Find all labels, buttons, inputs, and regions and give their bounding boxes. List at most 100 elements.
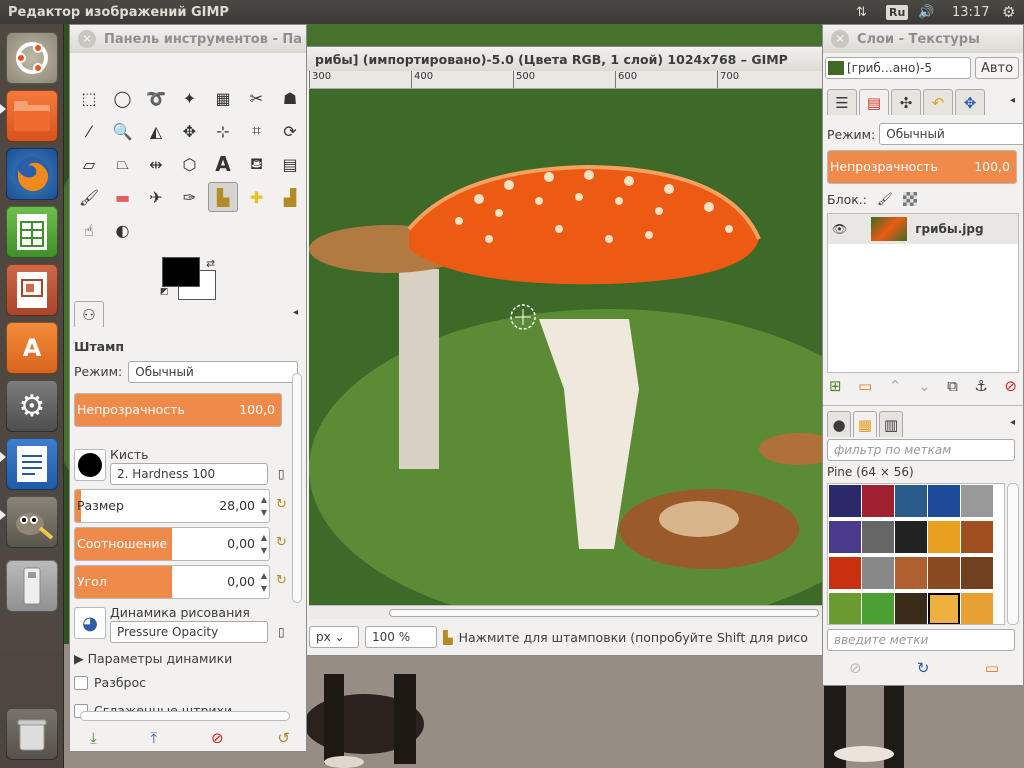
volume-icon[interactable]: 🔊	[918, 0, 934, 24]
blend-icon[interactable]: ▤	[275, 149, 305, 179]
reset-size-icon[interactable]: ↻	[276, 497, 287, 512]
launcher-trash[interactable]	[6, 708, 58, 760]
pattern-swatch[interactable]	[961, 485, 993, 517]
angle-slider[interactable]: Угол 0,00 ▲ ▼	[74, 565, 270, 599]
lock-alpha-icon[interactable]	[902, 192, 917, 206]
fuzzy-select-icon[interactable]: ✦	[175, 83, 205, 113]
save-options-icon[interactable]: ⤓	[90, 729, 97, 747]
launcher-dash-home[interactable]	[6, 32, 58, 84]
layers-titlebar[interactable]: ✕ Слои - Текстуры	[823, 25, 1023, 53]
pattern-swatch[interactable]	[928, 521, 960, 553]
pattern-swatch[interactable]	[829, 593, 861, 624]
perspective-clone-icon[interactable]: ▟	[275, 182, 305, 212]
horizontal-scrollbar[interactable]	[309, 605, 825, 619]
heal-icon[interactable]: ✚	[242, 182, 272, 212]
delete-options-icon[interactable]: ⊘	[211, 729, 224, 747]
smudge-icon[interactable]: ☝	[74, 215, 104, 245]
auto-button[interactable]: Авто	[975, 57, 1019, 79]
bucket-fill-icon[interactable]: ⛾	[242, 149, 272, 179]
spin-arrows-icon[interactable]: ▲ ▼	[261, 569, 267, 595]
open-pattern-icon[interactable]: ⊘	[849, 659, 862, 677]
close-icon[interactable]: ✕	[78, 30, 96, 48]
tab-menu-icon[interactable]: ◂	[293, 307, 298, 318]
pattern-swatch[interactable]	[862, 485, 894, 517]
launcher-usb-drive[interactable]	[6, 560, 58, 612]
perspective-icon[interactable]: ⏢	[108, 149, 138, 179]
tab-layers[interactable]: ▤	[859, 89, 889, 115]
pane-divider[interactable]	[823, 405, 1023, 407]
clone-icon[interactable]: ▙	[208, 182, 238, 212]
brush-name-field[interactable]: 2. Hardness 100	[110, 463, 268, 485]
text-icon[interactable]: A	[208, 149, 238, 179]
unit-select[interactable]: px ⌄	[309, 626, 359, 648]
opacity-slider[interactable]: Непрозрачность 100,0	[74, 393, 282, 427]
tab-menu-icon[interactable]: ◂	[1010, 417, 1015, 428]
eraser-icon[interactable]: ▬	[108, 182, 138, 212]
pattern-swatch[interactable]	[862, 593, 894, 624]
pattern-swatch[interactable]	[862, 557, 894, 589]
jitter-checkbox[interactable]	[74, 676, 88, 690]
delete-layer-icon[interactable]: ⊘	[1004, 377, 1017, 395]
dynamics-preview[interactable]: ◕	[74, 607, 106, 639]
pattern-swatch[interactable]	[895, 593, 927, 624]
flip-icon[interactable]: ⇹	[141, 149, 171, 179]
align-icon[interactable]: ⊹	[208, 116, 238, 146]
foreground-color-swatch[interactable]	[162, 257, 200, 287]
reset-aspect-icon[interactable]: ↻	[276, 535, 287, 550]
pattern-swatch[interactable]	[928, 557, 960, 589]
pattern-swatch[interactable]	[829, 485, 861, 517]
pattern-swatch[interactable]	[829, 521, 861, 553]
dynamics-options-expander[interactable]: ▶ Параметры динамики	[74, 651, 232, 666]
restore-options-icon[interactable]: ⤒	[150, 729, 157, 747]
raise-layer-icon[interactable]: ⌃	[889, 377, 902, 395]
paintbrush-icon[interactable]: 🖌	[74, 182, 104, 212]
shear-icon[interactable]: ▱	[74, 149, 104, 179]
pattern-swatch[interactable]	[928, 485, 960, 517]
move-icon[interactable]: ✥	[175, 116, 205, 146]
ellipse-select-icon[interactable]: ◯	[108, 83, 138, 113]
dodge-burn-icon[interactable]: ◐	[108, 215, 138, 245]
free-select-icon[interactable]: ➰	[141, 83, 171, 113]
horizontal-ruler[interactable]: 300 400 500 600 700	[309, 71, 825, 89]
launcher-libreoffice-writer[interactable]	[6, 438, 58, 490]
network-icon[interactable]: ⇅	[856, 0, 867, 24]
duplicate-layer-icon[interactable]: ⧉	[947, 377, 958, 395]
jitter-option[interactable]: Разброс	[74, 675, 146, 690]
size-slider[interactable]: Размер 28,00 ▲ ▼	[74, 489, 270, 523]
layer-mode-select[interactable]: Обычный	[879, 123, 1023, 145]
keyboard-layout-indicator[interactable]: Ru	[886, 0, 909, 24]
pattern-swatch[interactable]	[961, 593, 993, 624]
spin-arrows-icon[interactable]: ▲ ▼	[261, 493, 267, 519]
scissors-icon[interactable]: ✂	[242, 83, 272, 113]
lower-layer-icon[interactable]: ⌄	[918, 377, 931, 395]
power-icon[interactable]: ⚙	[1002, 0, 1015, 24]
pattern-swatch-selected[interactable]	[928, 593, 960, 624]
cage-transform-icon[interactable]: ⬡	[175, 149, 205, 179]
default-colors-icon[interactable]: ◩	[160, 287, 169, 297]
image-combo[interactable]: [гриб…ано)-5	[825, 57, 971, 79]
ink-icon[interactable]: ✑	[175, 182, 205, 212]
color-picker-icon[interactable]: ⁄	[74, 116, 104, 146]
tab-paths[interactable]: ✣	[891, 89, 921, 115]
close-icon[interactable]: ✕	[831, 30, 849, 48]
tab-layers-stack[interactable]: ☰	[827, 89, 857, 115]
tab-move[interactable]: ✥	[955, 89, 985, 115]
spin-arrows-icon[interactable]: ▲ ▼	[261, 531, 267, 557]
toolbox-hscrollbar[interactable]	[80, 711, 290, 721]
pattern-swatch[interactable]	[895, 485, 927, 517]
rect-select-icon[interactable]: ⬚	[74, 83, 104, 113]
mode-select[interactable]: Обычный	[128, 361, 299, 383]
pattern-swatch[interactable]	[961, 557, 993, 589]
zoom-icon[interactable]: 🔍	[108, 116, 138, 146]
pattern-swatch[interactable]	[829, 557, 861, 589]
clock[interactable]: 13:17	[952, 0, 989, 24]
image-window-titlebar[interactable]: рибы] (импортировано)-5.0 (Цвета RGB, 1 …	[301, 47, 823, 71]
visibility-eye-icon[interactable]: 👁	[832, 222, 847, 236]
layer-opacity-slider[interactable]: Непрозрачность 100,0	[827, 150, 1017, 184]
pattern-swatch[interactable]	[895, 521, 927, 553]
tab-undo[interactable]: ↶	[923, 89, 953, 115]
edit-brush-icon[interactable]: ▯	[278, 467, 285, 481]
airbrush-icon[interactable]: ✈	[141, 182, 171, 212]
pattern-swatch[interactable]	[961, 521, 993, 553]
layer-name[interactable]: грибы.jpg	[915, 222, 983, 236]
